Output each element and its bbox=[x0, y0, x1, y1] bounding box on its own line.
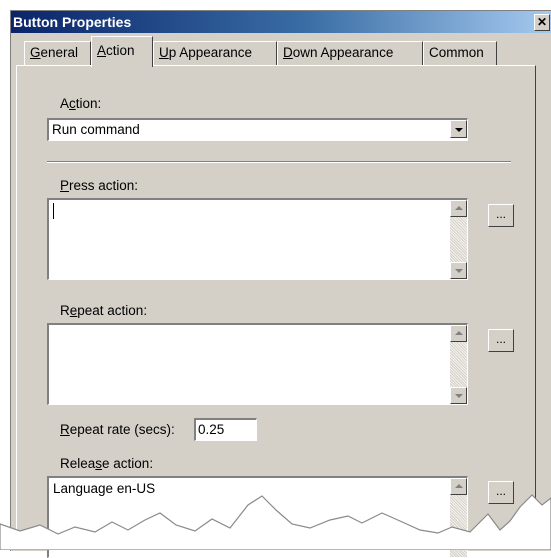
torn-paper-shape bbox=[0, 494, 551, 550]
tab-action[interactable]: Action bbox=[91, 36, 153, 67]
tab-action-label-key: A bbox=[97, 43, 107, 58]
torn-edge bbox=[0, 494, 551, 550]
tab-action-label-rest: ction bbox=[106, 43, 135, 58]
